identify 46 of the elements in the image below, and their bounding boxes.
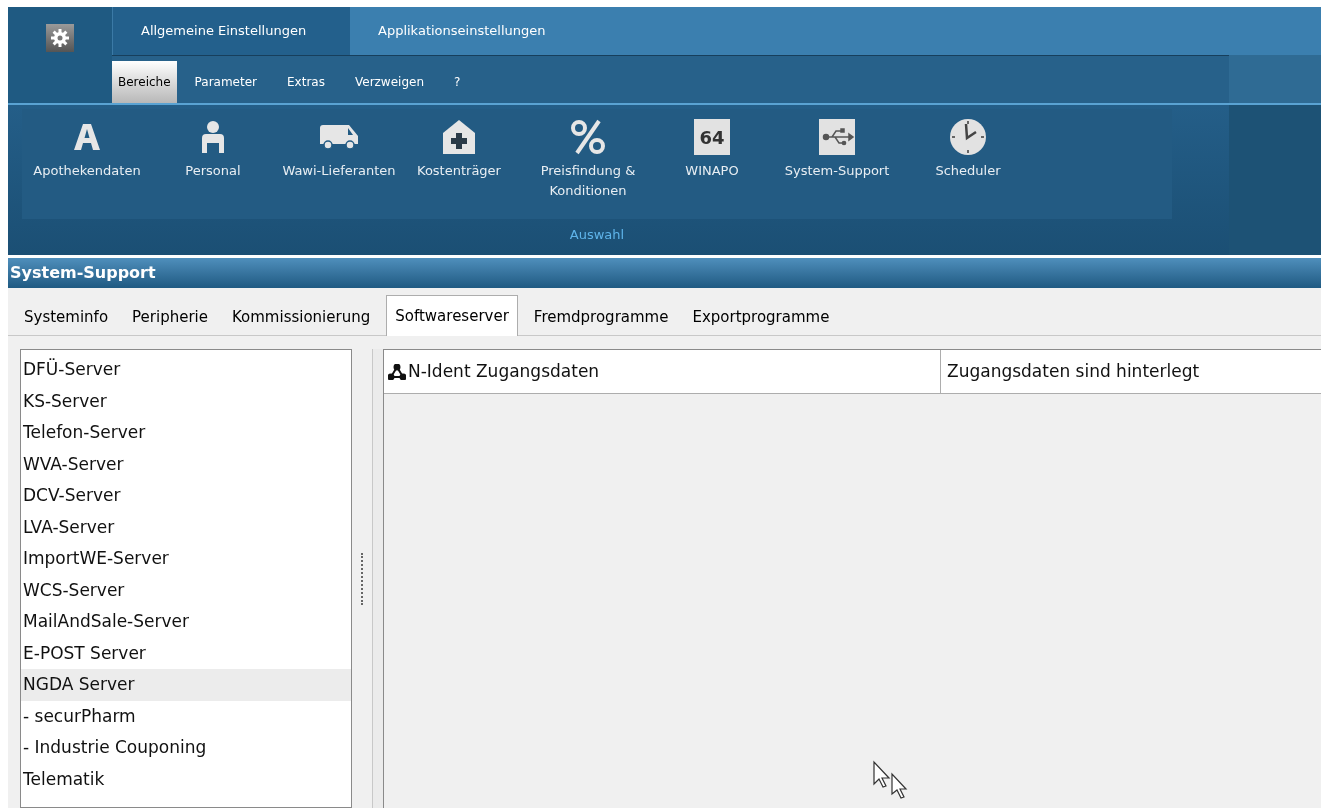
ribbon-tab[interactable]: Parameter (182, 61, 270, 103)
panel-tab[interactable]: Peripherie (120, 299, 220, 335)
panel-tab[interactable]: Fremdprogramme (521, 299, 681, 335)
ribbon-tab[interactable]: ? (442, 61, 473, 103)
ribbon-button[interactable]: Preisfindung & Konditionen (514, 109, 662, 209)
server-list-item[interactable]: LVA-Server (21, 511, 351, 543)
server-list-item[interactable]: DCV-Server (21, 480, 351, 512)
ribbon-tab[interactable]: Extras (275, 61, 337, 103)
ribbon-group-label: Auswahl (569, 226, 625, 244)
server-list-item[interactable]: - Industrie Couponing (21, 732, 351, 764)
ribbon-tab[interactable]: Verzweigen (342, 61, 436, 103)
panel-tab[interactable]: Systeminfo (12, 299, 121, 335)
percent-icon (570, 118, 606, 156)
server-list-item[interactable]: KS-Server (21, 385, 351, 417)
ribbon-button[interactable]: Personal (152, 109, 274, 209)
server-list-item[interactable]: E-POST Server (21, 637, 351, 669)
panel-tab[interactable]: Exportprogramme (680, 299, 842, 335)
main-tab[interactable]: Allgemeine Einstellungen (112, 7, 350, 55)
server-list-item[interactable]: Telematik (21, 763, 351, 795)
server-list-item[interactable]: ImportWE-Server (21, 543, 351, 575)
usb-icon (819, 118, 855, 156)
ribbon-button[interactable]: Kostenträger (404, 109, 514, 209)
server-list-item[interactable]: NGDA Server (21, 669, 351, 701)
server-list-item[interactable]: - securPharm (21, 700, 351, 732)
server-list-item[interactable]: WVA-Server (21, 448, 351, 480)
server-list-item[interactable]: MailAndSale-Server (21, 606, 351, 638)
server-list-item[interactable]: WCS-Server (21, 574, 351, 606)
network-nodes-icon (388, 363, 406, 380)
ribbon-button[interactable]: Scheduler (912, 109, 1024, 209)
ribbon-button[interactable]: Apothekendaten (22, 109, 152, 209)
house-plus-icon (441, 118, 477, 156)
clock-icon (949, 118, 987, 156)
ribbon-button[interactable]: 64 WINAPO (662, 109, 762, 209)
table-cell-text: Zugangsdaten sind hinterlegt (946, 359, 1201, 383)
ribbon-tab[interactable]: Bereiche (112, 61, 177, 103)
table-cell-text: N-Ident Zugangsdaten (408, 359, 600, 383)
settings-icon[interactable] (46, 24, 74, 52)
panel-title: System-Support (8, 258, 1321, 288)
ribbon-button[interactable]: Wawi-Lieferanten (274, 109, 404, 209)
main-tab[interactable]: Applikationseinstellungen (350, 7, 1321, 55)
server-list-item[interactable]: Telefon-Server (21, 417, 351, 449)
server-list-item[interactable]: DFÜ-Server (21, 354, 351, 386)
panel-tab[interactable]: Kommissionierung (220, 299, 383, 335)
panel-tab[interactable]: Softwareserver (386, 295, 518, 336)
number-badge: 64 (694, 119, 730, 155)
ribbon-button[interactable]: System-Support (762, 109, 912, 209)
